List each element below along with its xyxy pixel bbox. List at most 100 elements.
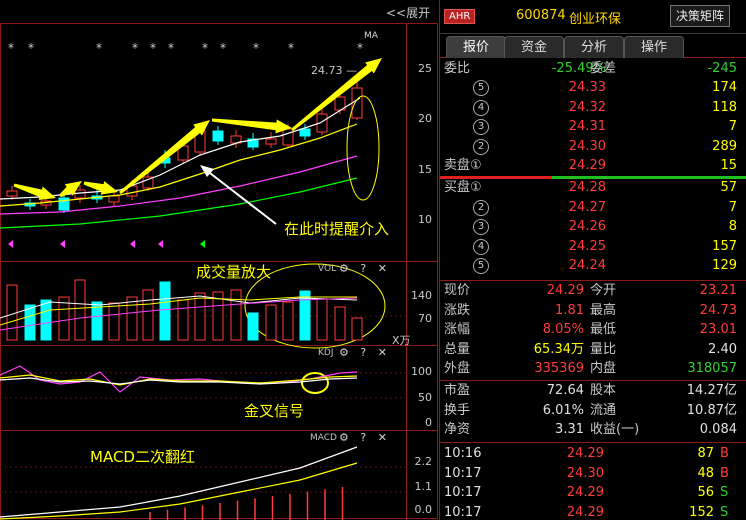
volume-bar [177,299,189,341]
decision-matrix-button[interactable]: 决策矩阵 [670,5,730,27]
tick-volume: 152 [689,504,714,520]
tick-volume: 56 [697,485,714,501]
macd-axis-label: 0.0 [414,503,433,516]
vol-pane-icons[interactable]: ⚙ ? ✕ [339,262,391,275]
candlestick [282,128,294,146]
star-marker: * [168,41,174,55]
signal-marker [158,240,163,248]
signal-marker [8,240,13,248]
weicha-value: -245 [707,61,737,76]
candlestick [6,190,18,197]
tab-quote[interactable]: 报价 [446,36,506,58]
stat-value: 24.29 [546,283,584,298]
candlestick [351,87,363,119]
level-volume: 7 [728,119,737,135]
star-marker: * [8,41,14,55]
fundamental-value: 0.084 [699,422,737,438]
level-price: 24.25 [568,238,606,254]
price-axis-label: 25 [418,62,432,75]
star-marker: * [220,41,226,55]
fundamental-label: 市盈 [444,383,471,398]
volume-bar [108,302,120,341]
signal-marker [130,240,135,248]
stat-label: 总量 [444,341,471,357]
bid-row[interactable]: 2 24.27 7 [440,198,746,218]
kdj-axis-label: 100 [411,365,432,378]
volume-bar [142,289,154,341]
enter-hint-annotation: 在此时提醒介入 [284,220,390,238]
tick-side: B [720,465,729,481]
fundamental-row: 换手 6.01% 流通 10.87亿 [440,401,746,421]
ask-row[interactable]: 卖盘① 24.29 15 [440,156,746,176]
price-axis-label: 15 [418,163,432,176]
macd-indicator-label[interactable]: MACD [310,433,337,443]
ma20-line [0,155,358,215]
tab-analysis[interactable]: 分析 [564,36,624,58]
tick-price: 24.29 [566,446,604,461]
vol-indicator-label[interactable]: VOL [318,264,336,274]
level-number: 2 [473,199,489,216]
level-price: 24.29 [568,158,606,174]
stat-value: 8.05% [542,322,584,338]
macd-pane-icons[interactable]: ⚙ ? ✕ [339,431,391,444]
bid-row[interactable]: 买盘① 24.28 57 [440,178,746,198]
tick-time: 10:16 [444,446,482,461]
volume-bar [159,281,171,341]
kdj-indicator-label[interactable]: KDJ [318,348,334,358]
level-volume: 57 [720,180,737,195]
level-price: 24.24 [568,258,606,274]
kdj-pane-icons[interactable]: ⚙ ? ✕ [339,346,391,359]
stat-row: 外盘 335369 内盘 318057 [440,359,746,379]
volume-bar [316,298,328,341]
macd-hint-annotation: MACD二次翻红 [90,448,195,466]
volume-bar [24,304,36,341]
tick-time: 10:17 [444,485,482,501]
ask-row[interactable]: 5 24.33 174 [440,78,746,98]
level-number: 5 [473,258,489,275]
tick-time: 10:17 [444,465,482,481]
ask-row[interactable]: 2 24.30 289 [440,137,746,157]
tab-funds[interactable]: 资金 [504,36,564,58]
ask-row[interactable]: 4 24.32 118 [440,98,746,118]
tick-volume: 48 [697,465,714,481]
level-label: 卖盘① [444,158,482,174]
bid-row[interactable]: 4 24.25 157 [440,237,746,257]
level-volume: 7 [728,199,737,215]
level-number: 2 [473,138,489,155]
ask-row[interactable]: 3 24.31 7 [440,117,746,137]
stat-label: 涨跌 [444,302,471,318]
bid-row[interactable]: 5 24.24 129 [440,256,746,276]
tick-price: 24.29 [566,504,604,520]
stat-row: 总量 65.34万 量比 2.40 [440,340,746,360]
tab-operation[interactable]: 操作 [624,36,684,58]
volume-bar [194,292,206,341]
star-marker: * [28,41,34,55]
fundamental-value: 14.27亿 [686,383,737,398]
level-price: 24.28 [568,180,606,195]
ahr-badge[interactable]: AHR [444,9,476,24]
level-volume: 157 [712,238,737,254]
weibi-label: 委比 [444,61,471,76]
hint-arrow [205,169,277,225]
volume-bar [40,299,52,341]
candlestick [299,128,311,137]
level-price: 24.33 [568,80,606,95]
level-number: 5 [473,80,489,96]
volume-hint-annotation: 成交量放大 [196,263,272,281]
level-price: 24.31 [568,119,606,135]
candlestick [108,195,120,203]
bid-row[interactable]: 3 24.26 8 [440,217,746,237]
level-volume: 15 [720,158,737,174]
price-axis-label: 20 [418,112,432,125]
level-number: 3 [473,119,489,136]
stat-label: 现价 [444,283,471,298]
tick-volume: 87 [697,446,714,461]
tick-row: 10:17 24.29 56 S [440,483,746,503]
expand-button[interactable]: <<展开 [386,4,430,21]
high-price-label: 24.73 — [311,64,357,77]
tick-price: 24.29 [566,485,604,501]
stat-value: 335369 [534,361,584,377]
level-number: 4 [473,99,489,116]
level-volume: 8 [728,219,737,235]
stat-row: 现价 24.29 今开 23.21 [440,281,746,301]
